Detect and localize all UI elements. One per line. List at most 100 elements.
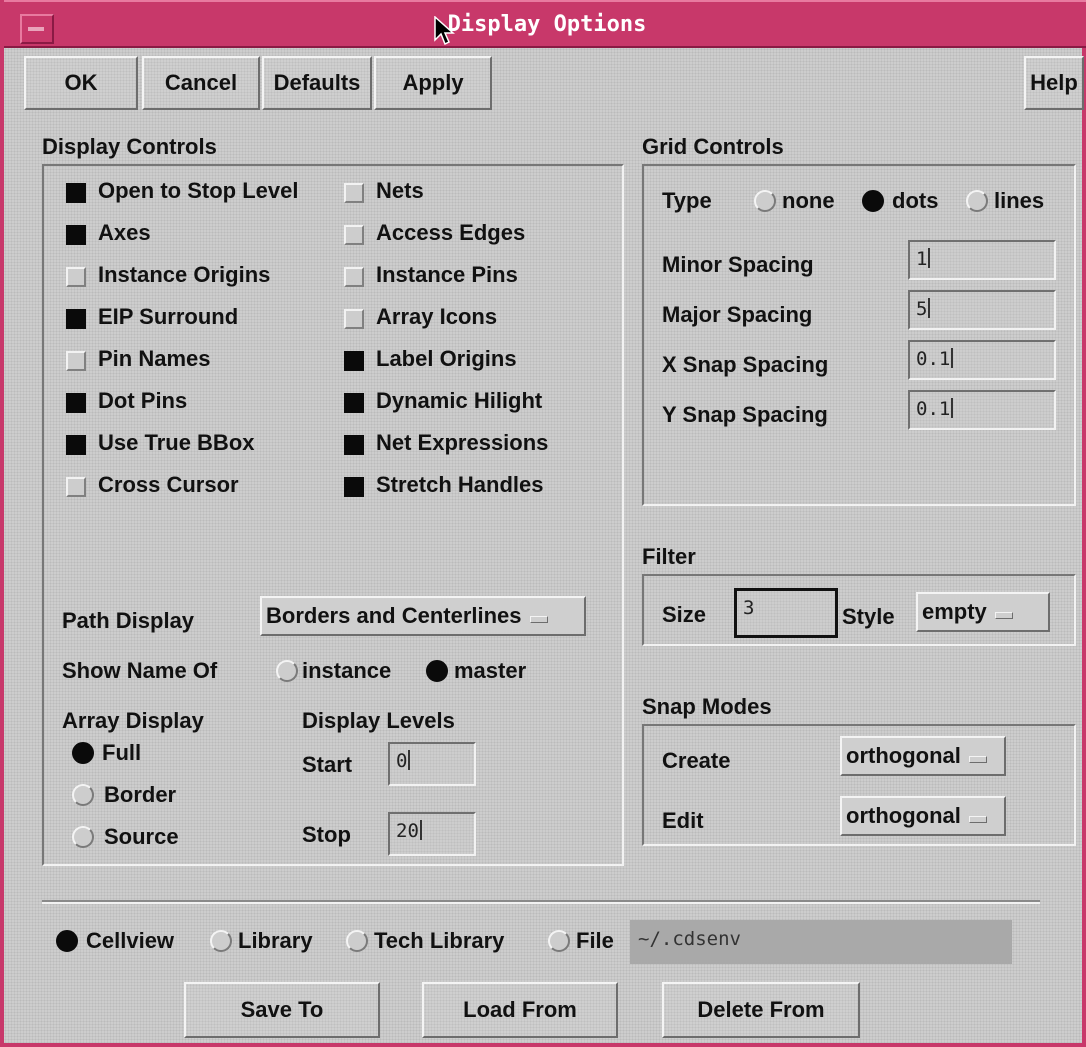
radio-grid-dots-label: dots	[892, 188, 939, 213]
radio-cellview-label: Cellview	[86, 928, 175, 953]
display-option-label: Instance Origins	[98, 262, 271, 287]
major-spacing-input[interactable]: 5	[908, 290, 1056, 330]
minor-spacing-input[interactable]: 1	[908, 240, 1056, 280]
display-option-checkbox[interactable]	[66, 309, 86, 329]
filter-style-dropdown[interactable]: empty	[916, 592, 1050, 632]
radio-grid-lines-label: lines	[994, 188, 1045, 213]
display-option-checkbox[interactable]	[66, 267, 86, 287]
radio-array-full-label: Full	[102, 740, 142, 765]
x-snap-spacing-value: 0.1	[916, 348, 951, 370]
snap-create-dropdown[interactable]: orthogonal	[840, 736, 1006, 776]
start-level-input[interactable]: 0	[388, 742, 476, 786]
y-snap-spacing-input[interactable]: 0.1	[908, 390, 1056, 430]
snap-modes-heading: Snap Modes	[642, 694, 772, 719]
title-bar[interactable]: Display Options	[4, 0, 1086, 48]
defaults-button[interactable]: Defaults	[262, 56, 372, 110]
filter-style-label: Style	[842, 604, 895, 629]
start-level-label: Start	[302, 752, 353, 777]
radio-grid-none[interactable]	[754, 190, 776, 212]
delete-from-button[interactable]: Delete From	[662, 982, 860, 1038]
display-option-checkbox[interactable]	[344, 435, 364, 455]
display-option-checkbox[interactable]	[66, 351, 86, 371]
radio-master[interactable]	[426, 660, 448, 682]
path-display-value: Borders and Centerlines	[266, 603, 522, 628]
snap-edit-label: Edit	[662, 808, 704, 833]
display-option-label: Array Icons	[376, 304, 498, 329]
grid-type-label: Type	[662, 188, 712, 213]
text-caret	[419, 820, 422, 840]
filter-heading: Filter	[642, 544, 696, 569]
display-option-checkbox[interactable]	[344, 183, 364, 203]
display-option-label: Instance Pins	[376, 262, 518, 287]
help-button[interactable]: Help	[1024, 56, 1084, 110]
text-caret	[928, 298, 931, 318]
radio-tech-library-label: Tech Library	[374, 928, 505, 953]
grid-controls-frame	[642, 164, 1076, 506]
display-option-checkbox[interactable]	[66, 393, 86, 413]
display-option-label: Dynamic Hilight	[376, 388, 543, 413]
major-spacing-value: 5	[916, 298, 928, 320]
y-snap-spacing-label: Y Snap Spacing	[662, 402, 828, 427]
display-option-checkbox[interactable]	[66, 183, 86, 203]
apply-button[interactable]: Apply	[374, 56, 492, 110]
separator	[42, 900, 1040, 904]
radio-grid-dots[interactable]	[862, 190, 884, 212]
display-option-label: Use True BBox	[98, 430, 255, 455]
radio-array-source[interactable]	[72, 826, 94, 848]
snap-create-label: Create	[662, 748, 731, 773]
display-option-checkbox[interactable]	[66, 435, 86, 455]
display-option-checkbox[interactable]	[344, 393, 364, 413]
display-option-label: Net Expressions	[376, 430, 549, 455]
x-snap-spacing-input[interactable]: 0.1	[908, 340, 1056, 380]
stop-level-input[interactable]: 20	[388, 812, 476, 856]
option-menu-indicator-icon	[994, 611, 1013, 619]
grid-controls-heading: Grid Controls	[642, 134, 784, 159]
display-option-checkbox[interactable]	[344, 477, 364, 497]
radio-array-border[interactable]	[72, 784, 94, 806]
radio-grid-none-label: none	[782, 188, 835, 213]
text-caret	[951, 398, 954, 418]
y-snap-spacing-value: 0.1	[916, 398, 951, 420]
load-from-button[interactable]: Load From	[422, 982, 618, 1038]
option-menu-indicator-icon	[968, 755, 987, 763]
radio-grid-lines[interactable]	[966, 190, 988, 212]
snap-edit-dropdown[interactable]: orthogonal	[840, 796, 1006, 836]
option-menu-indicator-icon	[968, 815, 987, 823]
display-option-checkbox[interactable]	[344, 351, 364, 371]
display-controls-heading: Display Controls	[42, 134, 217, 159]
radio-file[interactable]	[548, 930, 570, 952]
radio-library[interactable]	[210, 930, 232, 952]
display-option-label: Cross Cursor	[98, 472, 239, 497]
display-option-label: Axes	[98, 220, 151, 245]
mouse-pointer-icon	[434, 16, 455, 46]
filter-size-label: Size	[662, 602, 707, 627]
file-path-input[interactable]: ~/.cdsenv	[630, 920, 1012, 964]
display-option-checkbox[interactable]	[344, 309, 364, 329]
array-display-label: Array Display	[62, 708, 204, 733]
minor-spacing-value: 1	[916, 248, 928, 270]
radio-cellview[interactable]	[56, 930, 78, 952]
show-name-of-label: Show Name Of	[62, 658, 218, 683]
radio-tech-library[interactable]	[346, 930, 368, 952]
display-option-checkbox[interactable]	[66, 225, 86, 245]
ok-button[interactable]: OK	[24, 56, 138, 110]
radio-instance-label: instance	[302, 658, 392, 683]
display-option-checkbox[interactable]	[344, 267, 364, 287]
radio-instance[interactable]	[276, 660, 298, 682]
start-level-value: 0	[396, 750, 408, 772]
cancel-button[interactable]: Cancel	[142, 56, 260, 110]
display-levels-label: Display Levels	[302, 708, 455, 733]
display-option-checkbox[interactable]	[344, 225, 364, 245]
x-snap-spacing-label: X Snap Spacing	[662, 352, 829, 377]
path-display-dropdown[interactable]: Borders and Centerlines	[260, 596, 586, 636]
radio-array-full[interactable]	[72, 742, 94, 764]
display-option-label: Nets	[376, 178, 424, 203]
display-option-label: EIP Surround	[98, 304, 239, 329]
display-option-label: Dot Pins	[98, 388, 188, 413]
display-option-checkbox[interactable]	[66, 477, 86, 497]
filter-size-input[interactable]: 3	[734, 588, 838, 638]
filter-size-value: 3	[743, 597, 755, 619]
save-to-button[interactable]: Save To	[184, 982, 380, 1038]
minor-spacing-label: Minor Spacing	[662, 252, 814, 277]
display-option-label: Open to Stop Level	[98, 178, 299, 203]
